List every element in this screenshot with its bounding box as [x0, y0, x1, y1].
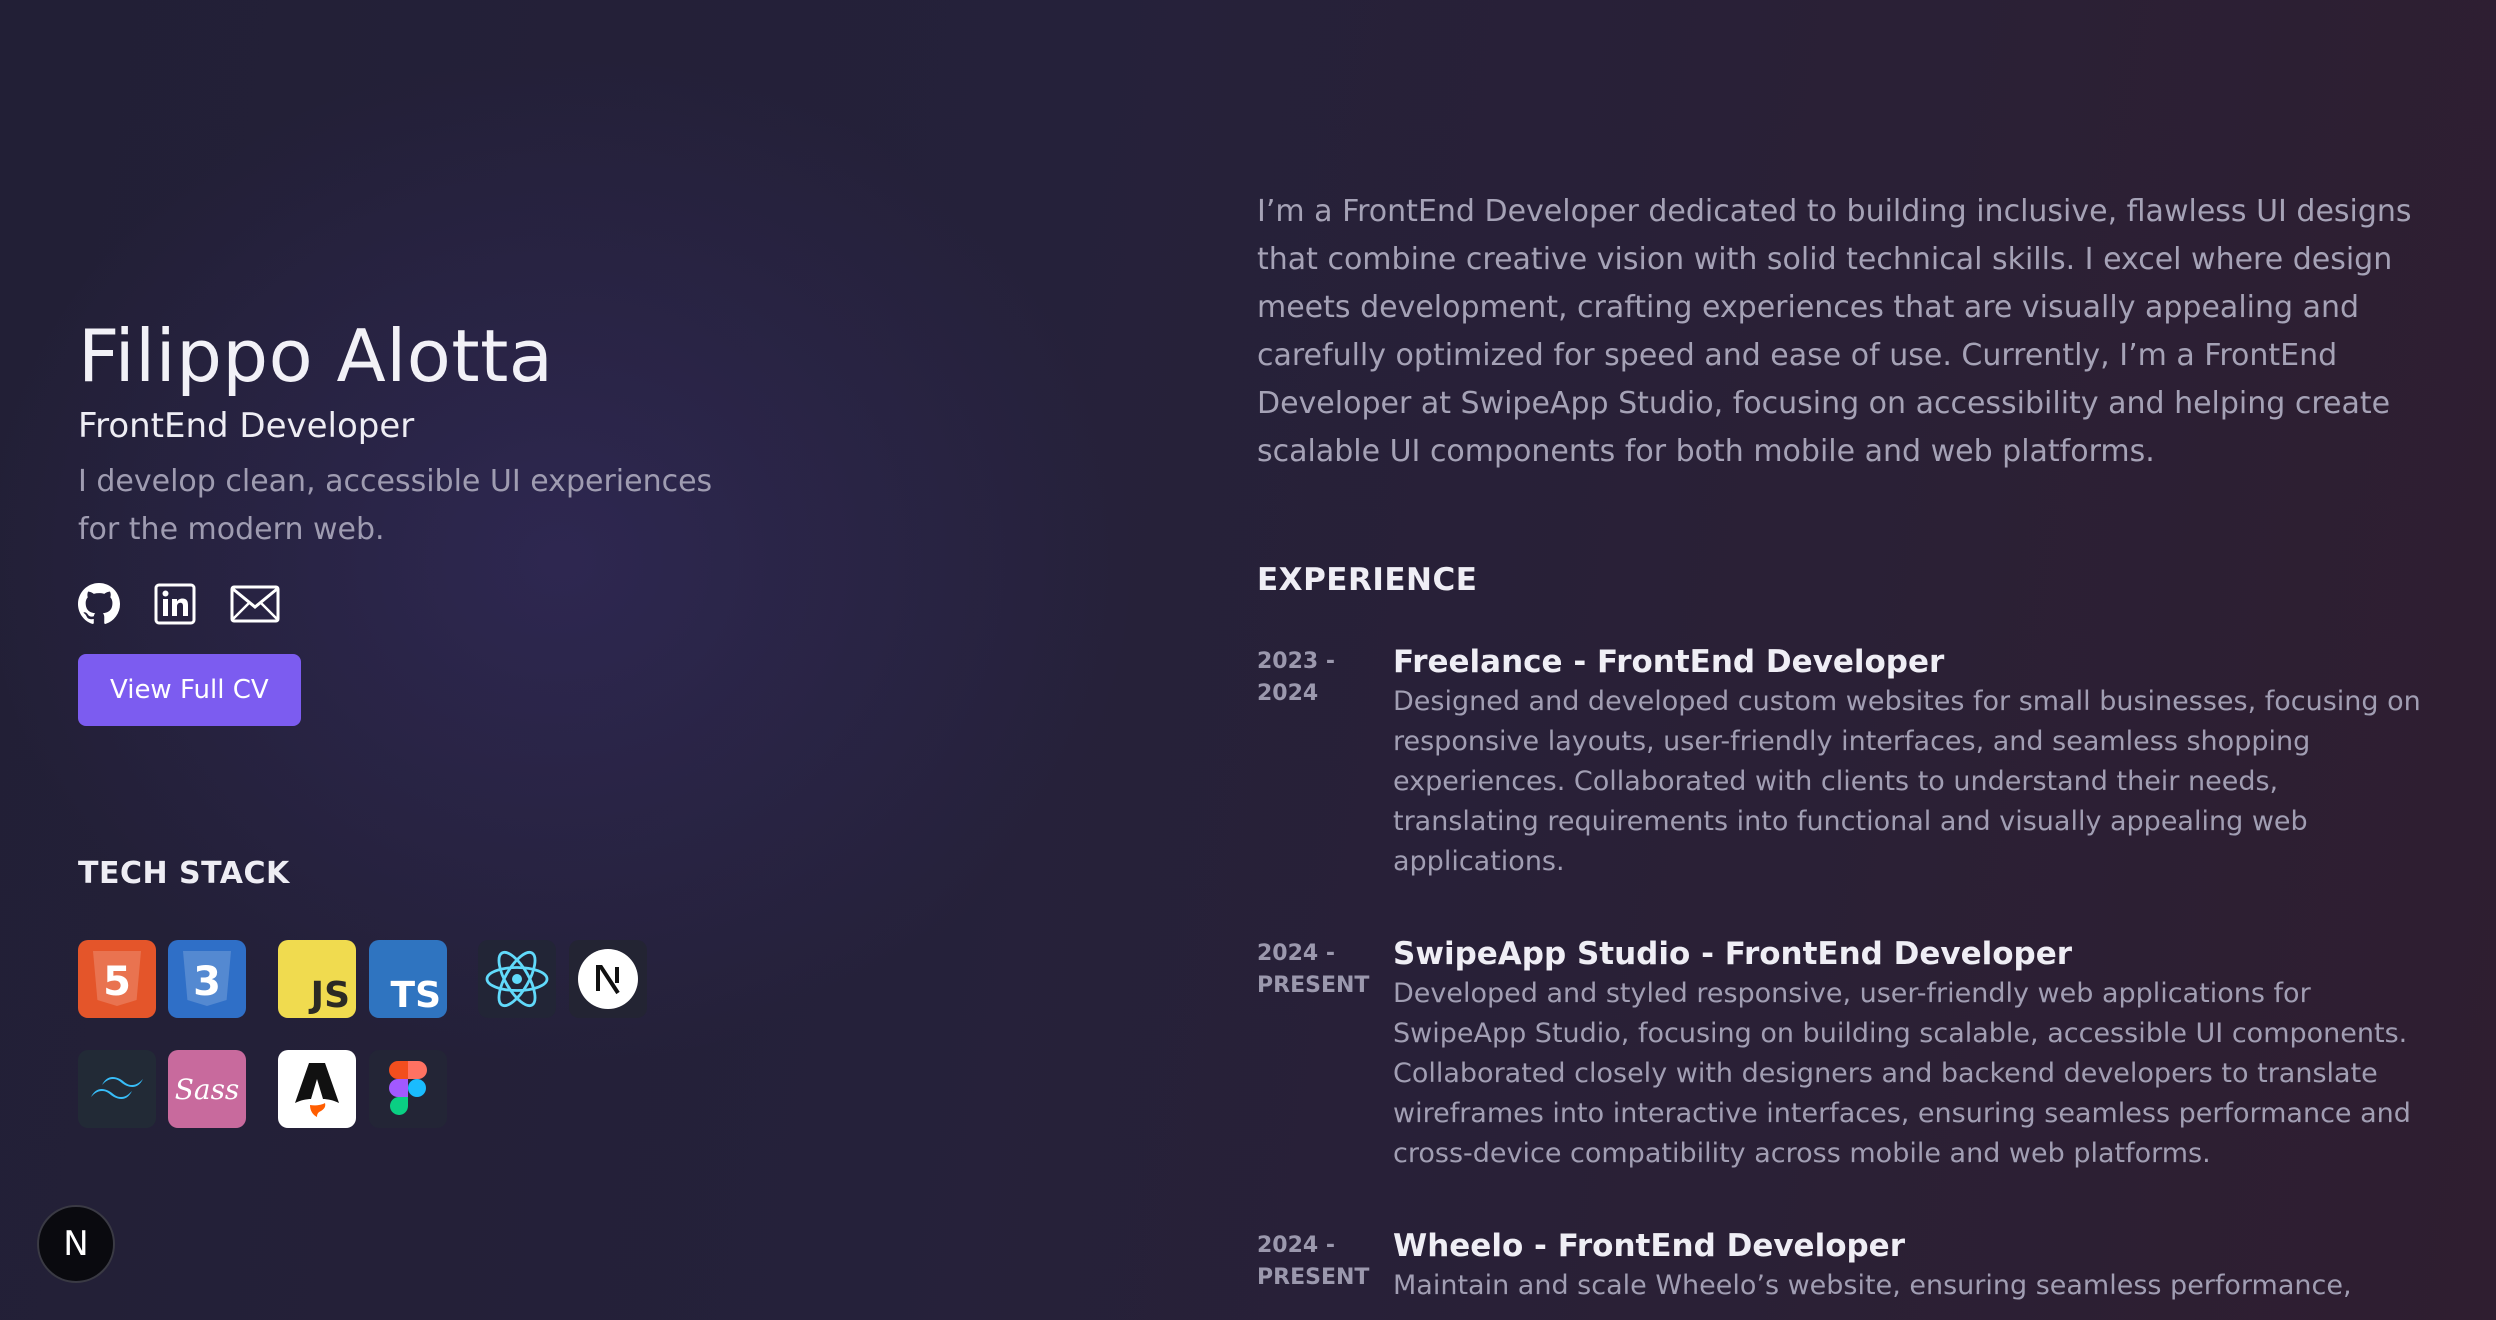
react-icon [478, 940, 556, 1018]
view-cv-button[interactable]: View Full CV [78, 654, 301, 726]
sass-label: Sass [174, 1072, 240, 1106]
tech-stack-title: TECH STACK [78, 856, 290, 891]
nextjs-badge-letter: N [63, 1224, 89, 1264]
experience-date: 2023 - 2024 [1257, 640, 1393, 882]
sass-icon: Sass [168, 1050, 246, 1128]
experience-body: Freelance - FrontEnd Developer Designed … [1393, 640, 2422, 882]
typescript-icon: TS [369, 940, 447, 1018]
date-end: PRESENT [1257, 973, 1370, 998]
experience-body: SwipeApp Studio - FrontEnd Developer Dev… [1393, 932, 2422, 1174]
date-start: 2024 - [1257, 941, 1336, 966]
date-end: PRESENT [1257, 1265, 1370, 1290]
css3-glyph: 3 [193, 959, 221, 1005]
profile-tagline: I develop clean, accessible UI experienc… [78, 464, 713, 547]
experience-role: SwipeApp Studio - FrontEnd Developer [1393, 936, 2073, 972]
experience-description: Developed and styled responsive, user-fr… [1393, 978, 2411, 1169]
experience-item: 2024 - PRESENT SwipeApp Studio - FrontEn… [1257, 932, 2422, 1174]
profile-section: Filippo Alotta FrontEnd Developer I deve… [78, 310, 778, 726]
css3-icon: 3 [168, 940, 246, 1018]
experience-item: 2023 - 2024 Freelance - FrontEnd Develop… [1257, 640, 2422, 882]
date-end: 2024 [1257, 681, 1319, 706]
github-icon[interactable] [78, 583, 120, 625]
javascript-icon: JS [278, 940, 356, 1018]
profile-name: Filippo Alotta [78, 314, 554, 398]
date-start: 2023 - [1257, 649, 1336, 674]
linkedin-icon[interactable] [154, 583, 196, 625]
experience-role: Freelance - FrontEnd Developer [1393, 644, 1945, 680]
experience-description: Maintain and scale Wheelo’s website, ens… [1393, 1270, 2352, 1301]
nextjs-badge-icon[interactable]: N [37, 1205, 115, 1283]
profile-role: FrontEnd Developer [78, 406, 415, 446]
typescript-label: TS [390, 975, 441, 1016]
experience-date: 2024 - PRESENT [1257, 932, 1393, 1174]
html5-glyph: 5 [103, 959, 131, 1005]
mail-icon[interactable] [230, 585, 280, 623]
tailwind-icon [78, 1050, 156, 1128]
experience-item: 2024 - PRESENT Wheelo - FrontEnd Develop… [1257, 1224, 2422, 1306]
social-links [78, 582, 778, 626]
experience-date: 2024 - PRESENT [1257, 1224, 1393, 1306]
experience-description: Designed and developed custom websites f… [1393, 686, 2421, 877]
content-section: I’m a FrontEnd Developer dedicated to bu… [1257, 188, 2422, 1306]
experience-body: Wheelo - FrontEnd Developer Maintain and… [1393, 1224, 2422, 1306]
about-paragraph: I’m a FrontEnd Developer dedicated to bu… [1257, 194, 2412, 469]
figma-icon [369, 1050, 447, 1128]
astro-icon [278, 1050, 356, 1128]
experience-title: EXPERIENCE [1257, 562, 1478, 598]
nextjs-icon [569, 940, 647, 1018]
javascript-label: JS [310, 975, 350, 1016]
experience-role: Wheelo - FrontEnd Developer [1393, 1228, 1905, 1264]
html5-icon: 5 [78, 940, 156, 1018]
date-start: 2024 - [1257, 1233, 1336, 1258]
